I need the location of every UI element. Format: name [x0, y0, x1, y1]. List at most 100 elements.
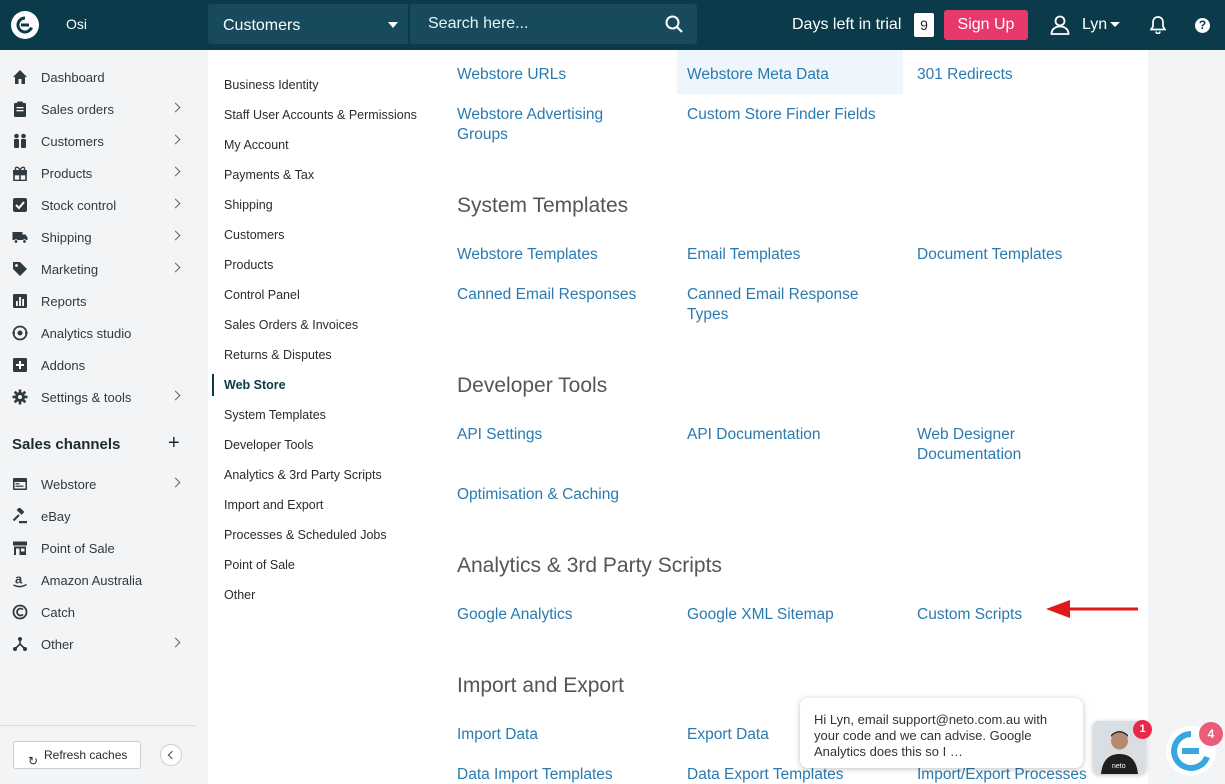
chevron-right-icon — [170, 166, 181, 177]
subnav-item-active[interactable]: Web Store — [212, 370, 432, 400]
sidebar-item-reports[interactable]: Reports — [0, 285, 196, 317]
link-webstore-templates[interactable]: Webstore Templates — [457, 245, 657, 265]
subnav-item[interactable]: Shipping — [212, 190, 432, 220]
settings-panel: Business Identity Staff User Accounts & … — [208, 50, 1148, 784]
sidebar-item-label: Amazon Australia — [41, 573, 143, 588]
sidebar-item-marketing[interactable]: Marketing — [0, 253, 196, 285]
neto-logo[interactable] — [11, 11, 39, 39]
chat-message-bubble[interactable]: Hi Lyn, email support@neto.com.au with y… — [800, 698, 1083, 768]
sidebar-item-catch[interactable]: Catch — [0, 596, 196, 628]
sidebar-item-dashboard[interactable]: Dashboard — [0, 61, 196, 93]
link-google-xml-sitemap[interactable]: Google XML Sitemap — [687, 605, 887, 625]
sidebar-item-sales-orders[interactable]: Sales orders — [0, 93, 196, 125]
refresh-icon: ↻ — [28, 754, 39, 768]
search-icon[interactable] — [665, 15, 683, 33]
collapse-sidebar-button[interactable] — [160, 744, 182, 766]
subnav-item[interactable]: Products — [212, 250, 432, 280]
brand-name: Osi — [66, 16, 87, 32]
link-email-templates[interactable]: Email Templates — [687, 245, 887, 265]
logo-icon — [16, 16, 33, 34]
subnav-label: System Templates — [224, 408, 326, 422]
subnav-item[interactable]: Business Identity — [212, 70, 432, 100]
search-input[interactable] — [418, 10, 658, 38]
sidebar-item-label: Webstore — [41, 477, 97, 492]
link-301-redirects[interactable]: 301 Redirects — [917, 65, 1117, 85]
sidebar-item-other[interactable]: Other — [0, 628, 196, 660]
subnav-item[interactable]: Other — [212, 580, 432, 610]
subnav-label: Developer Tools — [224, 438, 314, 452]
sidebar-item-customers[interactable]: Customers — [0, 125, 196, 157]
link-api-settings[interactable]: API Settings — [457, 425, 657, 445]
link-data-import-templates[interactable]: Data Import Templates — [457, 765, 657, 784]
sidebar-item-label: Addons — [41, 358, 86, 373]
sign-up-button[interactable]: Sign Up — [944, 10, 1028, 40]
link-webstore-urls[interactable]: Webstore URLs — [457, 65, 657, 85]
link-api-documentation[interactable]: API Documentation — [687, 425, 887, 445]
gift-icon — [13, 166, 27, 181]
subnav-item[interactable]: Staff User Accounts & Permissions — [212, 100, 432, 130]
sidebar-item-label: Products — [41, 166, 93, 181]
subnav-item[interactable]: Analytics & 3rd Party Scripts — [212, 460, 432, 490]
subnav-item[interactable]: System Templates — [212, 400, 432, 430]
subnav-item[interactable]: Control Panel — [212, 280, 432, 310]
subnav-item[interactable]: Point of Sale — [212, 550, 432, 580]
chevron-right-icon — [170, 477, 181, 488]
subnav-item[interactable]: My Account — [212, 130, 432, 160]
sidebar-item-settings-tools[interactable]: Settings & tools — [0, 381, 196, 413]
link-google-analytics[interactable]: Google Analytics — [457, 605, 657, 625]
subnav-item[interactable]: Customers — [212, 220, 432, 250]
link-document-templates[interactable]: Document Templates — [917, 245, 1117, 265]
sidebar-item-amazon-australia[interactable]: a Amazon Australia — [0, 564, 196, 596]
sidebar-item-label: Reports — [41, 294, 87, 309]
refresh-caches-label: Refresh caches — [44, 748, 128, 762]
subnav-label: Analytics & 3rd Party Scripts — [224, 468, 382, 482]
webstore-icon — [13, 478, 27, 490]
sidebar-item-stock-control[interactable]: Stock control — [0, 189, 196, 221]
link-custom-store-finder-fields[interactable]: Custom Store Finder Fields — [687, 105, 887, 125]
link-canned-email-response-types[interactable]: Canned Email Response Types — [687, 285, 872, 325]
subnav-item[interactable]: Import and Export — [212, 490, 432, 520]
subnav-item[interactable]: Payments & Tax — [212, 160, 432, 190]
link-web-designer-documentation[interactable]: Web Designer Documentation — [917, 425, 1067, 465]
section-title-analytics: Analytics & 3rd Party Scripts — [457, 554, 722, 577]
subnav-label: Products — [224, 258, 274, 272]
checkbox-icon — [13, 198, 27, 212]
bell-icon[interactable] — [1150, 16, 1166, 34]
help-icon[interactable]: ? — [1195, 18, 1210, 33]
subnav-label: Import and Export — [224, 498, 324, 512]
section-title-import-export: Import and Export — [457, 674, 624, 697]
sidebar-item-label: Shipping — [41, 230, 92, 245]
store-icon — [13, 541, 27, 555]
add-channel-icon[interactable]: + — [168, 432, 180, 455]
sidebar-item-ebay[interactable]: eBay — [0, 500, 196, 532]
refresh-caches-button[interactable]: ↻ Refresh caches — [13, 741, 141, 769]
subnav-label: Returns & Disputes — [224, 348, 332, 362]
sidebar-item-webstore[interactable]: Webstore — [0, 468, 196, 500]
subnav-item[interactable]: Processes & Scheduled Jobs — [212, 520, 432, 550]
subnav-item[interactable]: Sales Orders & Invoices — [212, 310, 432, 340]
sidebar-item-point-of-sale[interactable]: Point of Sale — [0, 532, 196, 564]
sidebar-item-shipping[interactable]: Shipping — [0, 221, 196, 253]
link-optimisation-caching[interactable]: Optimisation & Caching — [457, 485, 657, 505]
gavel-icon — [12, 508, 27, 524]
subnav-item[interactable]: Developer Tools — [212, 430, 432, 460]
amazon-icon: a — [13, 572, 27, 588]
link-import-data[interactable]: Import Data — [457, 725, 657, 745]
sidebar-item-products[interactable]: Products — [0, 157, 196, 189]
user-icon[interactable] — [1050, 15, 1070, 35]
sidebar-item-label: Catch — [41, 605, 75, 620]
subnav-label: Customers — [224, 228, 285, 242]
link-webstore-advertising-groups[interactable]: Webstore Advertising Groups — [457, 105, 627, 145]
link-webstore-meta-data[interactable]: Webstore Meta Data — [687, 65, 887, 85]
link-canned-email-responses[interactable]: Canned Email Responses — [457, 285, 657, 305]
subnav-label: Business Identity — [224, 78, 319, 92]
subnav-label: Web Store — [224, 378, 286, 392]
subnav-label: Other — [224, 588, 256, 602]
module-select[interactable]: Customers — [208, 4, 408, 44]
sidebar-item-label: Stock control — [41, 198, 117, 213]
sidebar-item-addons[interactable]: Addons — [0, 349, 196, 381]
user-menu[interactable]: Lyn — [1082, 16, 1107, 34]
sidebar-item-analytics-studio[interactable]: Analytics studio — [0, 317, 196, 349]
subnav-label: Staff User Accounts & Permissions — [224, 108, 417, 122]
subnav-item[interactable]: Returns & Disputes — [212, 340, 432, 370]
